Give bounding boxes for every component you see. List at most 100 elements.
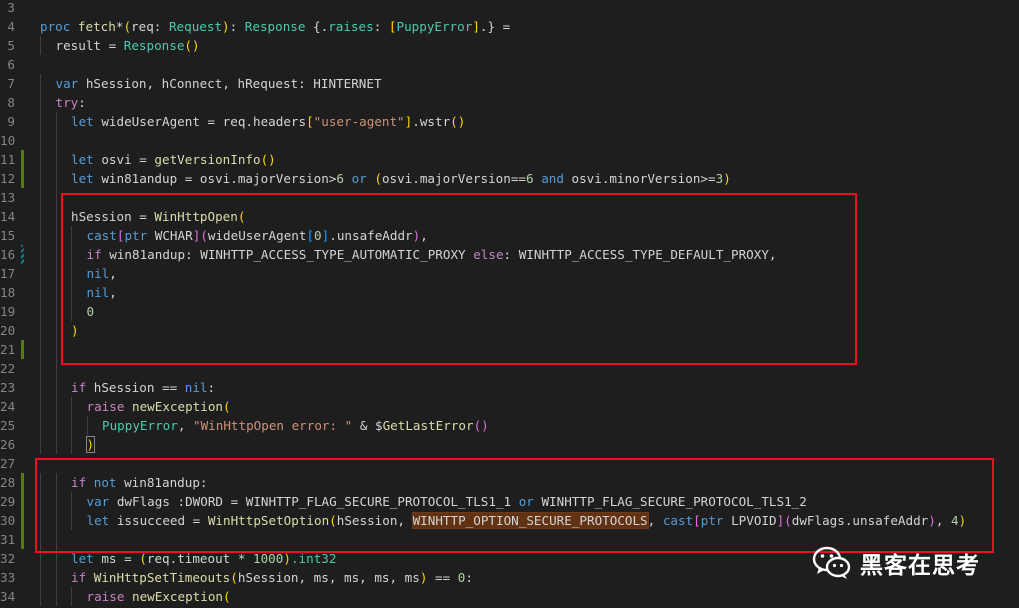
indent-guide	[40, 74, 41, 93]
indent-guide	[40, 150, 41, 169]
line-number: 22	[0, 361, 16, 376]
indent-guide	[40, 207, 41, 226]
code-token: var	[55, 76, 86, 91]
code-token: Response	[123, 38, 185, 53]
code-token: newException	[132, 399, 224, 414]
line-number: 23	[0, 380, 16, 395]
code-line[interactable]: 4 proc fetch*(req: Request): Response {.r…	[0, 17, 1019, 36]
code-line[interactable]: 24 raise newException(	[0, 397, 1019, 416]
code-token: & $	[352, 418, 383, 433]
watermark-text: 黑客在思考	[860, 553, 980, 579]
code-token: let	[71, 551, 102, 566]
code-line[interactable]: 11 let osvi = getVersionInfo()	[0, 150, 1019, 169]
code-text: raise newException(	[87, 397, 231, 416]
line-number: 8	[7, 95, 15, 110]
indent-guide	[55, 359, 57, 378]
indent-guide	[40, 397, 41, 416]
code-token: 1000	[253, 551, 284, 566]
line-number: 16	[0, 247, 16, 262]
git-change-indicator[interactable]	[21, 530, 24, 549]
code-text: PuppyError, "WinHttpOpen error: " & $Get…	[102, 416, 489, 435]
line-number: 31	[0, 532, 16, 547]
code-line[interactable]: 7 var hSession, hConnect, hRequest: HINTE…	[0, 74, 1019, 93]
code-text: raise newException(	[87, 587, 231, 606]
indent-guide	[55, 131, 57, 150]
code-token: raises	[328, 19, 374, 34]
code-line[interactable]: 10	[0, 131, 1019, 150]
line-number: 26	[0, 437, 16, 452]
code-text: let win81andup = osvi.majorVersion>6 or …	[71, 169, 731, 188]
annotation-box-winhttpopen	[61, 193, 857, 365]
wechat-icon	[812, 546, 851, 579]
git-change-indicator[interactable]	[21, 245, 24, 264]
indent-guide	[40, 36, 41, 55]
code-token: "user-agent"	[313, 114, 405, 129]
line-number: 32	[0, 551, 16, 566]
code-token: proc	[40, 19, 78, 34]
code-token: raise	[86, 399, 125, 414]
watermark: 黑客在思考	[812, 545, 980, 581]
code-token: osvi.minorVersion>=	[563, 171, 716, 186]
code-token: (	[223, 399, 231, 414]
code-line[interactable]: 25 PuppyError, "WinHttpOpen error: " & $G…	[0, 416, 1019, 435]
code-line[interactable]: 23 if hSession == nil:	[0, 378, 1019, 397]
indent-guide	[40, 169, 41, 188]
git-change-indicator[interactable]	[21, 473, 24, 492]
code-token: req.timeout *	[146, 551, 254, 566]
git-change-indicator[interactable]	[21, 511, 24, 530]
code-token: .} =	[479, 19, 511, 34]
code-line[interactable]: 8 try:	[0, 93, 1019, 112]
line-number: 29	[0, 494, 16, 509]
indent-guide	[40, 245, 41, 264]
code-line[interactable]: 26)	[0, 435, 1019, 454]
git-change-indicator[interactable]	[21, 340, 24, 359]
code-token: 6	[336, 171, 344, 186]
git-change-indicator[interactable]	[21, 150, 24, 169]
indent-guide	[55, 150, 57, 169]
indent-guide	[71, 587, 72, 606]
code-token: Response	[244, 19, 306, 34]
indent-guide	[55, 321, 57, 340]
code-line[interactable]: 5 result = Response()	[0, 36, 1019, 55]
code-line[interactable]: 12 let win81andup = osvi.majorVersion>6 o…	[0, 169, 1019, 188]
line-number: 34	[0, 589, 16, 604]
code-token: Request	[168, 19, 223, 34]
indent-guide	[40, 226, 41, 245]
code-token: :	[78, 95, 86, 110]
code-line[interactable]: 9 let wideUserAgent = req.headers["user-a…	[0, 112, 1019, 131]
code-token: (	[139, 551, 147, 566]
indent-guide	[55, 587, 57, 606]
code-token: if	[71, 570, 87, 585]
code-token: and	[541, 171, 564, 186]
code-text: try:	[56, 93, 86, 112]
indent-guide	[55, 283, 57, 302]
line-number: 21	[0, 342, 16, 357]
code-line[interactable]: 3	[0, 0, 1019, 17]
code-token: )	[85, 436, 96, 453]
code-text: let osvi = getVersionInfo()	[71, 150, 276, 169]
git-change-indicator[interactable]	[21, 169, 24, 188]
code-token: ==	[427, 570, 458, 585]
line-number: 14	[0, 209, 16, 224]
code-token: )	[222, 19, 230, 34]
code-token: (	[123, 19, 132, 34]
code-token: let	[71, 114, 102, 129]
git-change-indicator[interactable]	[21, 492, 24, 511]
code-token: WinHttpSetTimeouts	[93, 570, 231, 585]
code-token: :	[207, 380, 216, 395]
code-token: {.	[305, 19, 329, 34]
code-line[interactable]: 6	[0, 55, 1019, 74]
code-text: proc fetch*(req: Request): Response {.ra…	[40, 17, 510, 36]
code-token: )	[457, 114, 466, 129]
line-number: 10	[0, 133, 16, 148]
indent-guide	[55, 568, 57, 587]
code-text: let wideUserAgent = req.headers["user-ag…	[71, 112, 465, 131]
indent-guide	[55, 302, 57, 321]
indent-guide	[71, 416, 72, 435]
indent-guide	[40, 264, 41, 283]
code-token: osvi.majorVersion==	[381, 171, 526, 186]
code-line[interactable]: 34 raise newException(	[0, 587, 1019, 606]
indent-guide	[40, 568, 41, 587]
